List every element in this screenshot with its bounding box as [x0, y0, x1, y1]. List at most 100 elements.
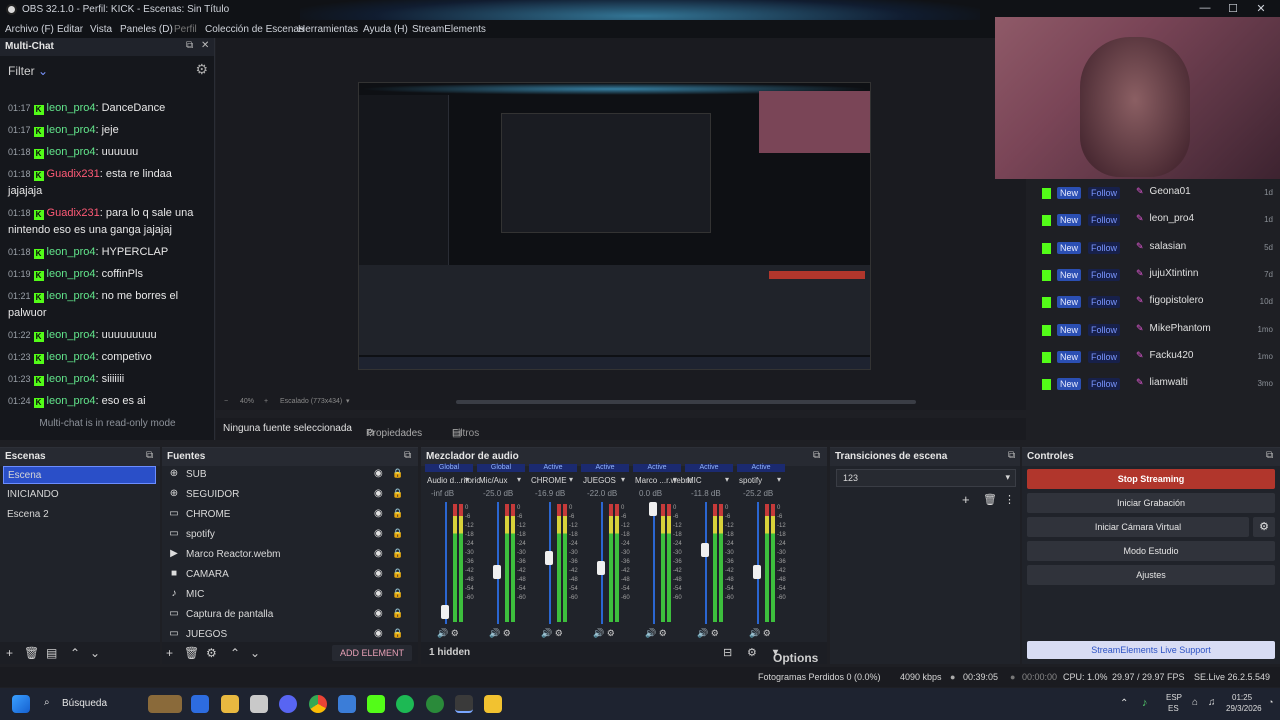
volume-slider[interactable] — [441, 604, 449, 619]
volume-slider[interactable] — [597, 561, 605, 576]
maximize-button[interactable]: ☐ — [1220, 2, 1246, 18]
float-icon[interactable]: ⧉ — [813, 450, 820, 461]
volume-slider[interactable] — [701, 543, 709, 558]
eye-icon[interactable]: ◉ — [374, 468, 383, 479]
gear-icon[interactable]: ⚙ — [206, 646, 217, 660]
trash-icon[interactable]: 🗑 — [24, 646, 39, 660]
app-icon[interactable] — [484, 695, 502, 713]
minimize-button[interactable]: — — [1192, 2, 1218, 18]
channel-name[interactable]: CHROME — [531, 476, 567, 485]
add-icon[interactable]: + — [962, 492, 970, 507]
move-up-icon[interactable]: ⌃ — [230, 646, 240, 660]
chat-username[interactable]: leon_pro4 — [47, 146, 96, 158]
menu-vista[interactable]: Vista — [90, 24, 112, 35]
layout-icon[interactable]: ⊟ — [723, 646, 732, 659]
close-button[interactable]: ✕ — [1248, 2, 1274, 18]
gear-icon[interactable]: ⚙ — [760, 628, 771, 638]
volume-icon[interactable]: 🔊 — [541, 628, 552, 638]
mic-tray-icon[interactable]: ♪ — [1142, 697, 1148, 709]
channel-name[interactable]: Mic/Aux — [479, 476, 507, 485]
notification-icon[interactable]: ◔ — [1268, 697, 1273, 707]
chat-username[interactable]: leon_pro4 — [47, 124, 96, 136]
scene-item[interactable]: Escena — [3, 466, 156, 484]
eye-icon[interactable]: ◉ — [374, 608, 383, 619]
news-widget-icon[interactable] — [148, 695, 182, 713]
task-view-icon[interactable] — [191, 695, 209, 713]
volume-slider[interactable] — [545, 550, 553, 565]
settings-button[interactable]: Ajustes — [1027, 565, 1275, 585]
xbox-icon[interactable] — [426, 695, 444, 713]
volume-icon[interactable]: 🔊 — [489, 628, 500, 638]
add-icon[interactable]: + — [6, 646, 13, 660]
app-icon[interactable] — [338, 695, 356, 713]
source-item[interactable]: ♪ MIC ◉ 🔒 — [166, 586, 404, 604]
float-icon[interactable]: ⧉ — [146, 450, 153, 461]
gear-icon[interactable]: ⚙ — [1253, 517, 1275, 537]
gear-icon[interactable]: ⚙ — [195, 61, 208, 78]
eye-icon[interactable]: ◉ — [374, 568, 383, 579]
close-icon[interactable]: ✕ — [201, 40, 209, 51]
lock-icon[interactable]: 🔒 — [392, 528, 403, 539]
chat-username[interactable]: leon_pro4 — [47, 395, 96, 407]
lock-icon[interactable]: 🔒 — [392, 488, 403, 499]
file-explorer-icon[interactable] — [221, 695, 239, 713]
volume-track[interactable] — [653, 502, 655, 624]
move-down-icon[interactable]: ⌄ — [250, 646, 260, 660]
transition-select[interactable]: 123 ▾ — [836, 469, 1016, 487]
chevron-down-icon[interactable]: ▾ — [777, 475, 781, 484]
volume-icon[interactable]: 🔊 — [645, 628, 656, 638]
eye-icon[interactable]: ◉ — [374, 528, 383, 539]
stop-streaming-button[interactable]: Stop Streaming — [1027, 469, 1275, 489]
gear-icon[interactable]: ⚙ — [448, 628, 459, 638]
chrome-icon[interactable] — [309, 695, 327, 713]
chevron-down-icon[interactable]: ▾ — [517, 475, 521, 484]
chat-username[interactable]: Guadix231 — [47, 168, 100, 180]
settings-icon[interactable]: ⚙ — [747, 646, 757, 659]
record-button[interactable]: Iniciar Grabación — [1027, 493, 1275, 513]
chat-username[interactable]: leon_pro4 — [47, 102, 96, 114]
obs-icon[interactable] — [455, 695, 473, 713]
volume-slider[interactable] — [753, 564, 761, 579]
virtual-camera-button[interactable]: Iniciar Cámara Virtual — [1027, 517, 1249, 537]
menu-paneles[interactable]: Paneles (D) — [120, 24, 173, 35]
menu-colecciones[interactable]: Colección de Escenas — [205, 24, 304, 35]
chevron-down-icon[interactable]: ▾ — [346, 397, 350, 405]
zoom-in-button[interactable]: + — [264, 398, 268, 405]
lock-icon[interactable]: 🔒 — [392, 568, 403, 579]
trash-icon[interactable]: 🗑 — [983, 493, 997, 506]
lock-icon[interactable]: 🔒 — [392, 588, 403, 599]
float-icon[interactable]: ⧉ — [1008, 450, 1015, 461]
chat-username[interactable]: Guadix231 — [47, 207, 100, 219]
chevron-down-icon[interactable]: ▾ — [621, 475, 625, 484]
app-icon[interactable] — [250, 695, 268, 713]
volume-track[interactable] — [757, 502, 759, 624]
options-button[interactable]: Options ▾ — [773, 647, 818, 665]
studio-mode-button[interactable]: Modo Estudio — [1027, 541, 1275, 561]
volume-icon[interactable]: 🔊 — [593, 628, 604, 638]
chevron-down-icon[interactable]: ▾ — [725, 475, 729, 484]
chat-username[interactable]: leon_pro4 — [47, 373, 96, 385]
add-element-button[interactable]: ADD ELEMENT — [332, 645, 412, 661]
channel-name[interactable]: Audio d...ritorio — [427, 476, 481, 485]
float-icon[interactable]: ⧉ — [404, 450, 411, 461]
menu-herramientas[interactable]: Herramientas — [298, 24, 358, 35]
move-down-icon[interactable]: ⌄ — [90, 646, 100, 660]
filter-icon[interactable]: ▤ — [46, 646, 57, 660]
trash-icon[interactable]: 🗑 — [184, 646, 199, 660]
chevron-down-icon[interactable]: ▾ — [569, 475, 573, 484]
volume-icon[interactable]: 🔊 — [437, 628, 448, 638]
more-icon[interactable]: ⋮ — [1004, 493, 1015, 506]
menu-editar[interactable]: Editar — [57, 24, 83, 35]
se-support-button[interactable]: StreamElements Live Support — [1027, 641, 1275, 659]
menu-archivo[interactable]: Archivo (F) — [5, 24, 54, 35]
filter-dropdown[interactable]: Filter ⌄ — [8, 64, 48, 78]
scene-item[interactable]: Escena 2 — [3, 506, 156, 524]
menu-perfil[interactable]: Perfil — [174, 24, 197, 35]
volume-icon[interactable]: ♫ — [1208, 697, 1216, 708]
eye-icon[interactable]: ◉ — [374, 488, 383, 499]
channel-name[interactable]: JUEGOS — [583, 476, 616, 485]
volume-track[interactable] — [705, 502, 707, 624]
gear-icon[interactable]: ⚙ — [500, 628, 511, 638]
move-up-icon[interactable]: ⌃ — [70, 646, 80, 660]
spotify-icon[interactable] — [396, 695, 414, 713]
